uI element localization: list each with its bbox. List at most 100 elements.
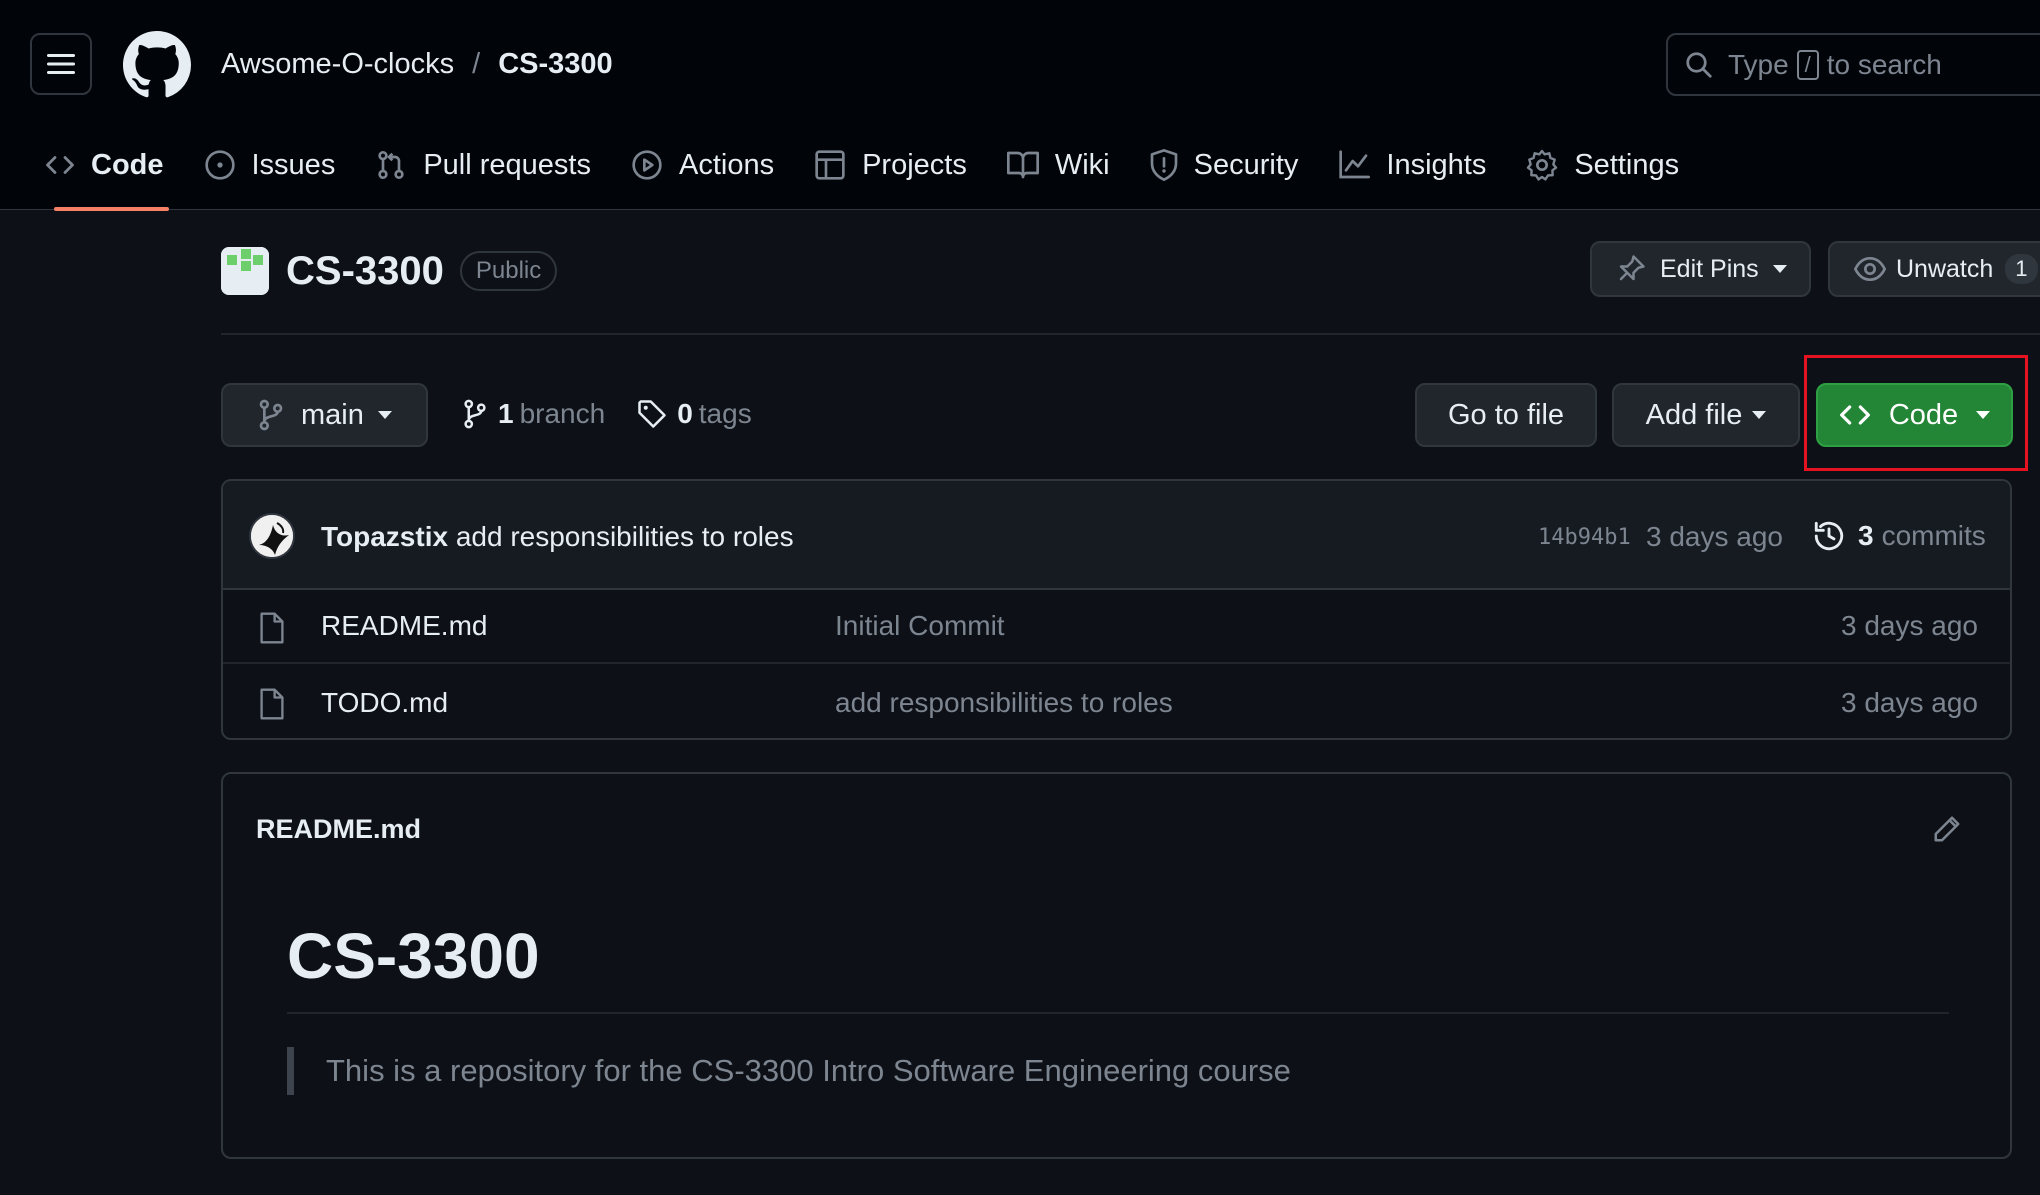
edit-pins-button[interactable]: Edit Pins bbox=[1590, 241, 1811, 297]
highlight-box bbox=[1804, 355, 2028, 471]
tab-label: Pull requests bbox=[423, 148, 591, 181]
tag-icon bbox=[638, 400, 666, 428]
repo-link[interactable]: CS-3300 bbox=[498, 48, 612, 81]
book-icon bbox=[1006, 151, 1039, 179]
commits-link[interactable]: 3 commits bbox=[1812, 519, 1986, 553]
tab-wiki[interactable]: Wiki bbox=[987, 135, 1130, 195]
file-commit-message[interactable]: Initial Commit bbox=[835, 610, 1005, 642]
avatar[interactable] bbox=[249, 513, 295, 559]
branch-count: 1 bbox=[498, 398, 514, 429]
chevron-down-icon bbox=[377, 411, 392, 419]
chevron-down-icon bbox=[1752, 411, 1767, 419]
tab-insights[interactable]: Insights bbox=[1318, 135, 1506, 195]
pull-request-icon bbox=[378, 151, 404, 179]
watch-count-badge: 1 bbox=[2005, 254, 2038, 284]
tab-label: Issues bbox=[251, 148, 336, 181]
commit-date: 3 days ago bbox=[1646, 521, 1783, 552]
tab-projects[interactable]: Projects bbox=[794, 135, 987, 195]
tab-label: Actions bbox=[678, 148, 775, 181]
add-file-label: Add file bbox=[1645, 398, 1743, 431]
pencil-icon[interactable] bbox=[1932, 814, 1962, 844]
eye-icon bbox=[1854, 256, 1886, 282]
file-icon bbox=[260, 688, 284, 720]
pin-icon bbox=[1619, 255, 1645, 281]
shield-icon bbox=[1150, 149, 1177, 181]
repo-title-bar: CS-3300 Public bbox=[221, 247, 558, 295]
tags-link[interactable]: 0 tags bbox=[637, 398, 752, 430]
tab-label: Security bbox=[1193, 148, 1299, 181]
commit-sha[interactable]: 14b94b1 bbox=[1538, 525, 1631, 550]
tab-issues[interactable]: Issues bbox=[184, 135, 356, 195]
branches-link[interactable]: 1 branch bbox=[462, 398, 605, 430]
commit-count: 3 bbox=[1858, 520, 1874, 551]
readme-blockquote: This is a repository for the CS-3300 Int… bbox=[287, 1047, 1291, 1095]
branch-tag-summary: 1 branch 0 tags bbox=[462, 398, 752, 430]
commit-word: commits bbox=[1881, 520, 1986, 551]
unwatch-label: Unwatch bbox=[1896, 254, 1994, 283]
search-prefix: Type bbox=[1728, 48, 1789, 80]
go-to-file-button[interactable]: Go to file bbox=[1415, 383, 1597, 447]
search-icon bbox=[1686, 51, 1712, 78]
breadcrumb-separator: / bbox=[472, 48, 481, 80]
search-input[interactable]: Type / to search bbox=[1666, 33, 2040, 96]
file-commit-message[interactable]: add responsibilities to roles bbox=[835, 687, 1173, 719]
code-icon bbox=[46, 156, 74, 174]
repo-avatar bbox=[221, 247, 269, 295]
visibility-badge: Public bbox=[459, 251, 558, 291]
readme-heading: CS-3300 bbox=[287, 920, 540, 992]
readme-divider bbox=[287, 1012, 1949, 1014]
file-name[interactable]: TODO.md bbox=[321, 687, 448, 719]
repo-name[interactable]: CS-3300 bbox=[286, 249, 444, 294]
chevron-down-icon bbox=[1772, 265, 1787, 273]
branch-icon bbox=[464, 399, 486, 429]
hamburger-icon bbox=[47, 54, 75, 74]
tag-word: tags bbox=[698, 398, 752, 429]
owner-link[interactable]: Awsome-O-clocks bbox=[221, 48, 454, 81]
tab-security[interactable]: Security bbox=[1130, 135, 1319, 195]
tag-count: 0 bbox=[677, 398, 693, 429]
go-to-file-label: Go to file bbox=[1447, 398, 1565, 431]
commit-summary: Topazstix add responsibilities to roles bbox=[321, 521, 794, 553]
file-table: Topazstix add responsibilities to roles … bbox=[221, 479, 2012, 740]
history-icon bbox=[1814, 521, 1844, 551]
menu-button[interactable] bbox=[30, 33, 92, 95]
graph-icon bbox=[1339, 150, 1371, 179]
issue-icon bbox=[204, 150, 235, 180]
table-icon bbox=[815, 150, 845, 180]
branch-word: branch bbox=[519, 398, 606, 429]
commit-message[interactable]: add responsibilities to roles bbox=[456, 521, 794, 552]
file-row[interactable]: TODO.md add responsibilities to roles 3 … bbox=[223, 666, 2010, 738]
branch-selector[interactable]: main bbox=[221, 383, 428, 447]
github-logo-icon[interactable] bbox=[123, 31, 191, 99]
github-repo-page: Awsome-O-clocks / CS-3300 Type / to sear… bbox=[0, 0, 2040, 1195]
breadcrumb: Awsome-O-clocks / CS-3300 bbox=[221, 48, 613, 81]
repo-nav-tabs: Code Issues Pull requests Actions Projec… bbox=[0, 135, 1699, 211]
search-shortcut-key: / bbox=[1796, 49, 1819, 80]
tab-code[interactable]: Code bbox=[25, 135, 184, 211]
file-date: 3 days ago bbox=[1841, 610, 1978, 641]
tab-label: Code bbox=[91, 148, 164, 181]
tab-label: Wiki bbox=[1054, 148, 1110, 181]
unwatch-button[interactable]: Unwatch 1 bbox=[1828, 241, 2040, 297]
tab-label: Insights bbox=[1386, 148, 1487, 181]
branch-icon bbox=[259, 399, 283, 431]
commit-author[interactable]: Topazstix bbox=[321, 521, 448, 552]
tab-settings[interactable]: Settings bbox=[1506, 135, 1699, 195]
file-date: 3 days ago bbox=[1841, 687, 1978, 718]
readme-filename[interactable]: README.md bbox=[256, 814, 421, 845]
edit-pins-label: Edit Pins bbox=[1660, 254, 1759, 283]
file-row[interactable]: README.md Initial Commit 3 days ago bbox=[223, 590, 2010, 664]
branch-name: main bbox=[301, 398, 364, 431]
latest-commit-row: Topazstix add responsibilities to roles … bbox=[223, 481, 2010, 590]
file-name[interactable]: README.md bbox=[321, 610, 487, 642]
tab-label: Settings bbox=[1574, 148, 1680, 181]
readme-panel: README.md CS-3300 This is a repository f… bbox=[221, 772, 2012, 1159]
title-divider bbox=[221, 333, 2040, 335]
tab-actions[interactable]: Actions bbox=[611, 135, 794, 195]
play-icon bbox=[632, 150, 662, 180]
gear-icon bbox=[1527, 149, 1558, 181]
add-file-button[interactable]: Add file bbox=[1612, 383, 1800, 447]
tab-label: Projects bbox=[862, 148, 967, 181]
tab-pull-requests[interactable]: Pull requests bbox=[355, 135, 611, 195]
file-icon bbox=[260, 612, 284, 644]
